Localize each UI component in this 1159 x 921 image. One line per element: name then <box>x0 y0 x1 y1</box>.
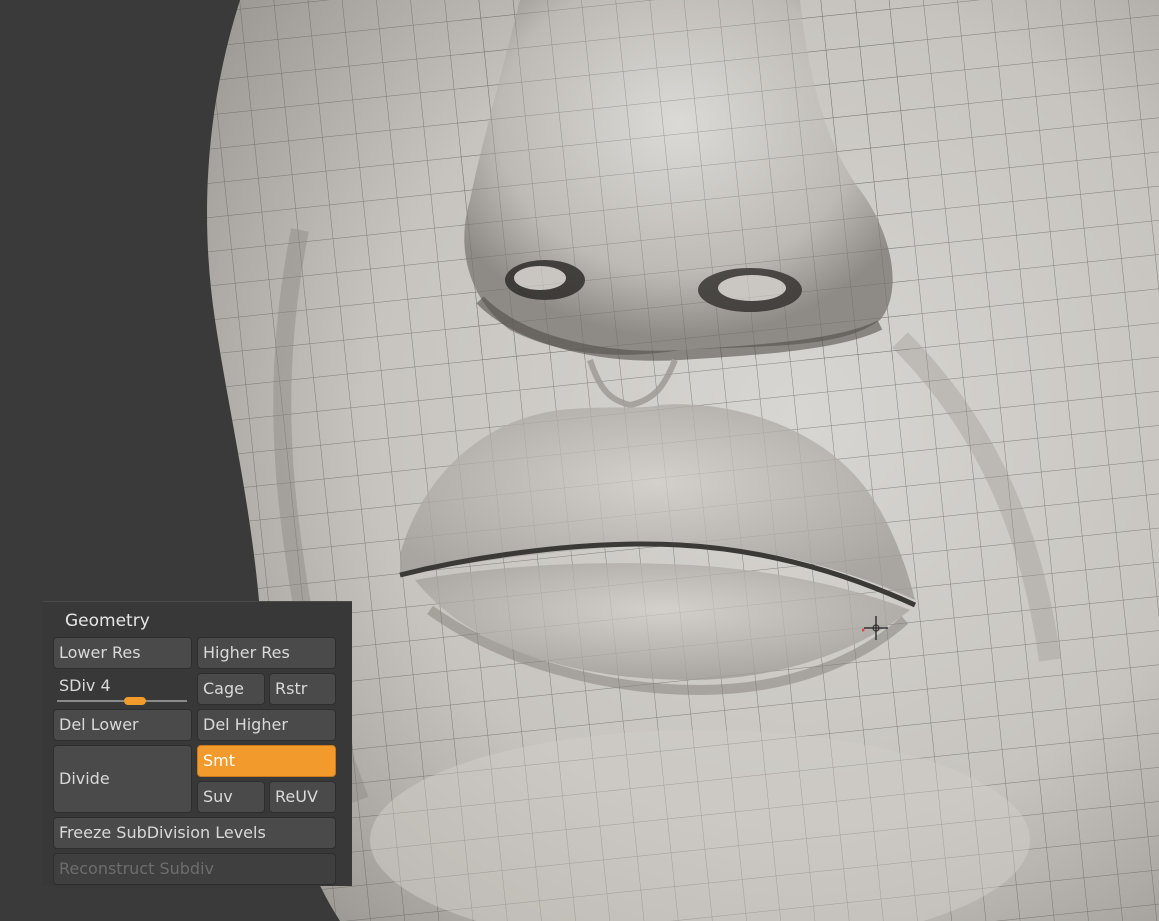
higher-res-button[interactable]: Higher Res <box>197 637 336 669</box>
del-higher-button[interactable]: Del Higher <box>197 709 336 741</box>
reuv-toggle[interactable]: ReUV <box>269 781 336 813</box>
rstr-button[interactable]: Rstr <box>269 673 336 705</box>
freeze-subdivision-levels-button[interactable]: Freeze SubDivision Levels <box>53 817 336 849</box>
sdiv-slider-label: SDiv 4 <box>59 676 111 695</box>
sdiv-slider-track[interactable] <box>57 700 187 702</box>
geometry-panel: Geometry Lower Res Higher Res SDiv 4 Cag… <box>43 601 352 886</box>
smt-toggle[interactable]: Smt <box>197 745 336 777</box>
del-lower-button[interactable]: Del Lower <box>53 709 192 741</box>
crosshair-cursor-icon <box>862 616 888 640</box>
reconstruct-subdiv-button: Reconstruct Subdiv <box>53 853 336 885</box>
cage-button[interactable]: Cage <box>197 673 265 705</box>
lower-res-button[interactable]: Lower Res <box>53 637 192 669</box>
panel-title[interactable]: Geometry <box>65 611 150 631</box>
suv-toggle[interactable]: Suv <box>197 781 265 813</box>
divide-button[interactable]: Divide <box>53 745 192 813</box>
sdiv-slider-knob[interactable] <box>124 697 146 705</box>
